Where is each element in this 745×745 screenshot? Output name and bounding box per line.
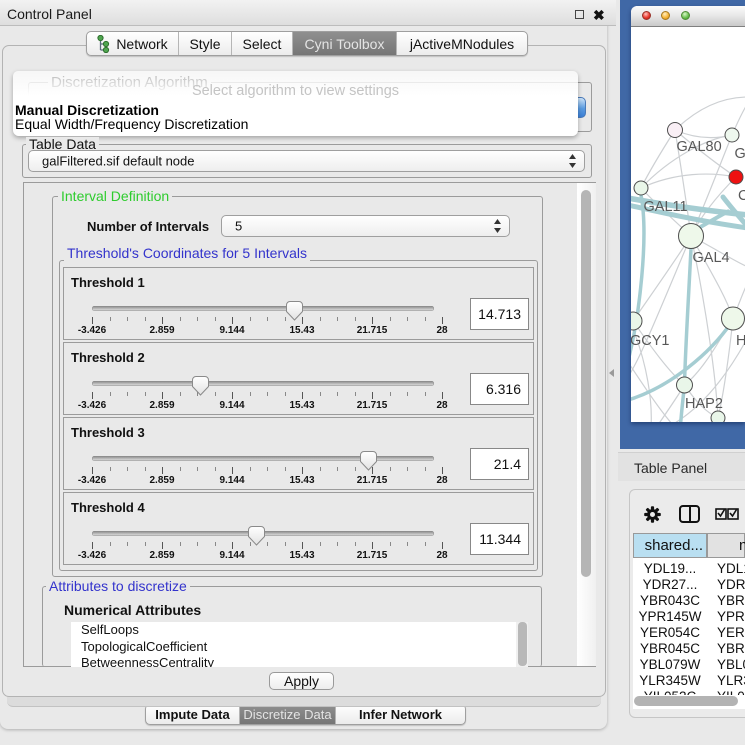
svg-text:GCY1: GCY1: [631, 333, 670, 349]
svg-text:H: H: [736, 333, 745, 349]
svg-text:GA: GA: [735, 146, 745, 162]
svg-text:GAL4: GAL4: [693, 250, 730, 266]
svg-text:GAL80: GAL80: [677, 139, 722, 155]
svg-text:GAL11: GAL11: [644, 199, 688, 215]
svg-text:C: C: [738, 188, 745, 204]
svg-text:HAP2: HAP2: [685, 396, 723, 412]
